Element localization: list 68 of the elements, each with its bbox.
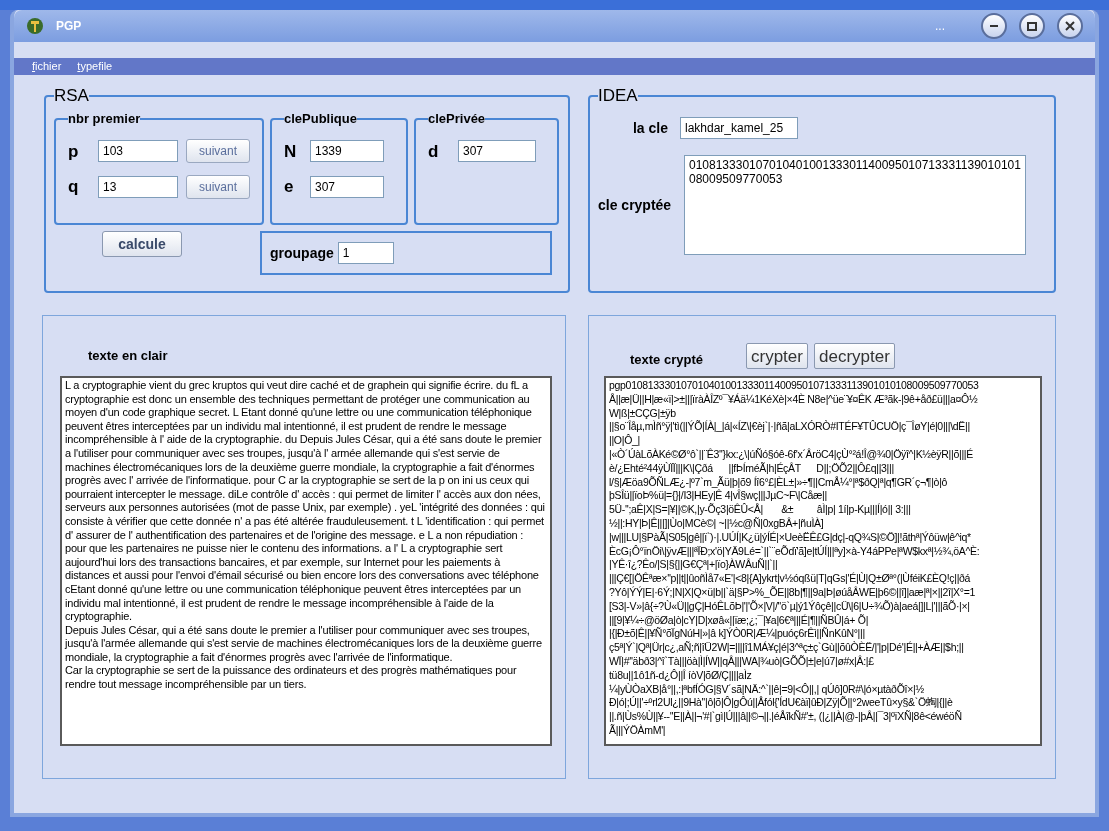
text-line: pgp0108133301070104010013330114009501071333113901010108009509770053	[609, 379, 980, 393]
text-line: tü8u||1ô1ñ-d¿Ô||Î íòV|õØ/Ç||||aÌz	[609, 668, 753, 683]
window-title: PGP	[56, 18, 82, 35]
text-line: |||Ç€[|ÖÊªæ×''p||t||ûoñÌå7«E'|<8|{A]ykrt|v½óqßü|T|qGs|'É|Ù|Q±Øª°(|ÙféiK£ÈQ!ç||ðá	[609, 572, 972, 586]
text-paragraph: Depuis Jules César, qui a été sans doute le premier a l'utiliser pour communiquer avec ses troupes, jusqu'à l'armée allemande qui s'est servie de machines électromécaniques lors de la deuxième guerre mondiale, la cryptographie a fait d'énormes progrès avec l'arrivée de l'informatique.	[65, 623, 543, 665]
text-field[interactable]: 1	[337, 242, 394, 264]
text-line: ÈcG¡Ô°ïnÖi\|ÿvÆ|||ªÏÐ;x'ö|YÄ9Lé=`||`¨eÕdï'ã]e|tÚÍ|||ªy]×à-Y4áPPe|ªW$kxª|½¾,öA^È:	[609, 544, 981, 558]
field-label: la cle	[631, 118, 668, 138]
text-line: ç5ª|Ý`|Qª|Ür|c¿,aÑ;ñ|îÜ2W|=||||î1MÁ¥ç|é|3^ªç±ç`Gù||õûÒÈË/|'|p|Dé'|É||+ÀÆ||$h;||	[609, 641, 965, 655]
next-button[interactable]: suivant	[186, 174, 250, 199]
text-line: |YÊ·î¿?Êo/|S|§{||G€Çª|+|ïo}ÀWÂuÑ||`||	[609, 558, 779, 572]
text-line: Ð|ó|;Ú||'÷ºrl2Ul¿||9Hà''|ô|õ|Ô|gÔú||Åfól{'ÍdU€àï|ûÐ|Zÿ|Õ||°2weeTû×y§&`Ö蜪|{||è	[609, 696, 954, 710]
menu-item[interactable]: fichier	[32, 58, 62, 75]
action-button[interactable]: crypter	[746, 343, 808, 369]
maximize-button[interactable]	[1019, 13, 1045, 39]
plain-text-area[interactable]	[60, 376, 552, 746]
panel-label: texte crypté	[630, 351, 704, 370]
panel-label: texte en clair	[88, 347, 169, 365]
text-line: |{|Ð±õ|Ê||¥Ñ°õÏgNúH|»|â k]ÝÒ0R|Æ¼|puóç6rÊì||ÑnKûN°|||	[609, 627, 866, 641]
cipher-text-area[interactable]	[604, 376, 1042, 746]
text-paragraph: L a cryptographie vient du grec kruptos qui veut dire caché et de graphein qui signifie écrire. du fL a cryptographie est donc un ensemble des techniques permettant de protéger une communication au moyen d'un code graphique secret. L Etant donné qu'une lettre ou une communication téléphonique peuvent êtres interceptées par un individu mal intentionné, il est prudent de rendre le message incompréhensible à l' aide de la cryptographie. du Depuis Jules César, qui a été sans doute le premier a l'utiliser pour communiquer avec ses troupes, jusqu'à l' armée allemande qui s'est servie de machines électromécaniques lors de la deuxième guerre mondiale, la cryptographie a fait d'énormes progrès avec l' arrivée de l'informatique. pour C ar la cryptographie se sert de la p on ini us ceux qui pourraient intercepter le message. diLe contrôle d' accès : qui permet de limiter l' accès aux don nées, serveurs aux personnes autorisées (mot de passe Unix, par exemple) . yeL 'intégrité des données : qui consiste à vérifier que cette donnée n' a pas été altérée frauduleusement. t L 'identification : qui permet d' assurer de l' authentification des partenaires et de l'origine des message. e L a non répudiation : pour que les partenaires ne puisse nier le contenu des informations. a l' L a cryptographie sert aujourd'hui lors des transactions bancaires, et par exemple, sur Internet pour les paiements à distances et aussi pour l'envoi d'émail sécurisé ou bien encore lors des conversations avec téléphone cEtant donné qu'une lettre ou une communication téléphonique peuvent êtres interceptées par un individu mal intentionné, il est prudent de rendre le message incompréhensible à l'aide de la cryptographie.	[65, 379, 546, 624]
action-button[interactable]: decrypter	[813, 343, 895, 369]
text-line: WÏ|#''äbð3|^î`Tà|||öà|Ì|ÍW||qÂ|||WA|¾uò|GÕÕ|±|e|ú7|ø#x|Â:|£	[609, 654, 875, 669]
field-label: groupage	[270, 243, 334, 263]
field-label: d	[428, 140, 440, 163]
field-label: cle cryptée	[598, 195, 673, 215]
text-line: |«Ò´ÚàLõÀKé©Ø°ô`||¨Ê3''}kx:¿\|úÑó§óê-6f'x´ÂröC4|çÙ°²á!Î@¾0|Öÿî^|K½èÿR||õ|||É	[609, 448, 974, 462]
text-line: W|ß|±CÇG|±ÿb	[609, 406, 677, 420]
text-field[interactable]: 1339	[310, 140, 384, 163]
text-line: Ã|||ÝÖÀmM'|	[609, 723, 667, 738]
group-title: IDEA	[598, 87, 638, 105]
encrypted-key-field[interactable]: 0108133301070104010013330114009501071333113901010108009509770053	[684, 155, 1026, 255]
field-label: p	[68, 140, 80, 163]
text-line: ||.ñ|Ùs%Ù||¥--''E||À||¬'#|`gì|Ú|||â||©¬||.|éÅîkÑ#'±, (|¿||À|@-|þÂ||¯3|ºïXÑ|8ê<éwéöÑ	[609, 710, 963, 724]
text-line: |w|||LU|§PàÃ|S05|gê||ï`)·|.UÚÍ|K¿ü|ýÍÉ|×UeèËÊ£G|dç|-qQ¾S|©Ö]|!ãthª|Ýôüw|ê^iq*	[609, 530, 972, 545]
text-line: ½||:HY|Þ|Ê|||]|Ùo|MCè©| ~||½c@Ñ|0xgBÂ+|ñuÌÀ]	[609, 516, 825, 531]
text-field[interactable]: 307	[458, 140, 536, 163]
group-title: clePrivée	[428, 110, 486, 128]
text-field[interactable]: 307	[310, 175, 384, 198]
title-extra: ...	[935, 18, 945, 35]
app-icon	[26, 17, 44, 35]
calculate-button[interactable]: calcule	[102, 231, 182, 257]
text-line: ¼|yÙÒaXB|å°||,:|ªbfÍÓG|§V´sã|NÄ:^`||ê|=9|<Ô||,| qÚô]0R#\|ó×µtàðÕî×|½	[609, 682, 925, 696]
text-paragraph: Car la cryptographie se sert de la puissance des ordinateurs et des progrès mathématiques pour rendre tout message incompréhensible par un tiers.	[65, 664, 518, 692]
text-field[interactable]: 103	[98, 140, 178, 163]
text-line: Å||æ|Ü||H|æ«ï|>±|||ïràÀÎZº¯¥Áä¼1KéXè|×4È N8e|^üe¨¥¤ÊK Æ³ãk-|9ê+åð£ü|||a¤Ô½	[609, 392, 979, 407]
group-title: nbr premier	[68, 110, 141, 128]
text-line: ||[9|¥¼÷@öØa|ò|cY|D|xøâ«||ïæ;¿;¯|¥a|6€ª|||É|¶||ÑBÛ|á+ Õ|	[609, 613, 870, 627]
text-line: ?Yô|ÝÝ|E|·6Ý;|N|X|Q×ü|b||`ä|§P>%_ÕE||8b|¶||9a|Þ|øúåÂWE|þ6©||î]|aæ|ª|×||2î|X°=1	[609, 585, 977, 600]
close-icon	[1065, 21, 1075, 31]
next-button[interactable]: suivant	[186, 139, 250, 164]
menu-item[interactable]: typefile	[77, 58, 113, 75]
group-title: RSA	[54, 87, 89, 105]
text-field[interactable]: 13	[98, 175, 178, 198]
field-label: N	[284, 140, 298, 163]
field-label: q	[68, 176, 80, 198]
close-button[interactable]	[1057, 13, 1083, 39]
text-line: ||O|Ô_|	[609, 434, 641, 448]
text-line: 5Ü-'';aÊ|X|S=|¥||©K,|y-Õç3|öÊÛ<Å| &± âÌ|p| 1í|p-Kµ|||Í|ó|| 3:|||	[609, 503, 912, 517]
field-label: e	[284, 176, 295, 198]
text-line: è/¿Ehté²44ÿÙÏÏ|||K\|Çðá ||fÞÍméÃ|h|ÉçÂT D||;ÖÕ2||Ô£q||3|||	[609, 461, 895, 476]
minimize-button[interactable]	[981, 13, 1007, 39]
text-line: ||§o¨Îåµ,mÌñ°ÿ|'tì(||ÝÕ|ÍÀ|_|á|«ÍZ\|€èj`|·|ñã|aLXÓRÒ#ITÉF¥TÛCUÖ|ç¯ÎøY|é|0|||\dË||	[609, 420, 971, 434]
group-title: clePublique	[284, 110, 357, 128]
text-line: l/§|Æöa9ÕÑLÆ¿-|º7`m_Ãü|þ|õ9 Íî6°£|ÈL±|»÷¶||CmÅ¼°|ª$ðQ|ª|q¶GR´ç¬¶|ò|ô	[609, 475, 949, 489]
text-line: [S3|-V»|â{÷?Ù«Ü||gÇ|HóÊLõÞ|'|'Õ×|V|/''ö`µ|ý1Ýôçê||cÜ\|6|U÷¾Õ)à|aeá|]|L|'|||ãÕ·|×|	[609, 599, 971, 614]
text-field[interactable]: lakhdar_kamel_25	[680, 117, 798, 139]
text-line: þSÎü||ïoÞ%ü|={}|/I3|HEy|Ê 4|vÎ§wç|||JµC~F\|Cåæ||	[609, 489, 828, 503]
